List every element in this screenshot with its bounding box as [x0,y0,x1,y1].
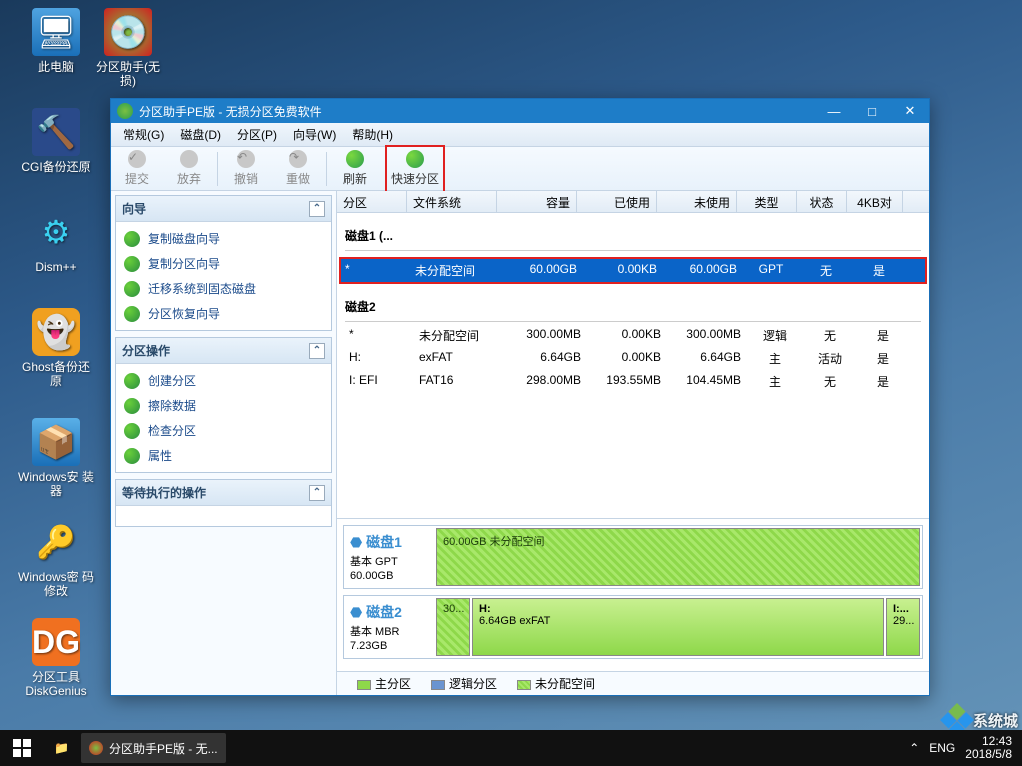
desktop-icon-computer[interactable]: 🖥此电脑 [18,8,94,74]
tool-refresh[interactable]: 刷新 [329,148,381,190]
desktop-icon-winpass[interactable]: 🔑Windows密 码修改 [18,518,94,598]
collapse-icon[interactable]: ⌃ [309,201,325,217]
toolbar: ✓提交 放弃 ↶撤销 ↷重做 刷新 快速分区 [111,147,929,191]
menubar: 常规(G) 磁盘(D) 分区(P) 向导(W) 帮助(H) [111,123,929,147]
collapse-icon[interactable]: ⌃ [309,485,325,501]
col-type[interactable]: 类型 [737,191,797,212]
panel-ops-header[interactable]: 分区操作⌃ [116,338,331,364]
col-partition[interactable]: 分区 [337,191,407,212]
menu-help[interactable]: 帮助(H) [346,124,399,145]
col-unused[interactable]: 未使用 [657,191,737,212]
wizard-copy-partition[interactable]: 复制分区向导 [122,251,325,276]
disk1-highlight: *未分配空间60.00GB0.00KB60.00GBGPT无是 [339,257,927,284]
menu-general[interactable]: 常规(G) [117,124,170,145]
grid-header: 分区 文件系统 容量 已使用 未使用 类型 状态 4KB对齐 [337,191,929,213]
tray-ime[interactable]: ENG [929,742,955,755]
panel-ops: 分区操作⌃ 创建分区 擦除数据 检查分区 属性 [115,337,332,473]
tool-undo[interactable]: ↶撤销 [220,148,272,190]
disk1-row[interactable]: *未分配空间60.00GB0.00KB60.00GBGPT无是 [341,259,925,282]
disk-icon: ⬣ 磁盘2 [350,602,428,622]
menu-disk[interactable]: 磁盘(D) [174,124,227,145]
diskbars: ⬣ 磁盘1 基本 GPT60.00GB 60.00GB 未分配空间 ⬣ 磁盘2 … [337,518,929,671]
wizard-migrate-ssd[interactable]: 迁移系统到固态磁盘 [122,276,325,301]
watermark: 系统城 [945,708,1018,732]
desktop-icon-dism[interactable]: ⚙Dism++ [18,208,94,274]
app-window: 分区助手PE版 - 无损分区免费软件 — □ ✕ 常规(G) 磁盘(D) 分区(… [110,98,930,696]
panel-wizard: 向导⌃ 复制磁盘向导 复制分区向导 迁移系统到固态磁盘 分区恢复向导 [115,195,332,331]
maximize-button[interactable]: □ [853,99,891,123]
disk-icon: ⬣ 磁盘1 [350,532,428,552]
col-used[interactable]: 已使用 [577,191,657,212]
op-create[interactable]: 创建分区 [122,368,325,393]
tray-up-icon[interactable]: ⌃ [909,742,919,755]
panel-wizard-header[interactable]: 向导⌃ [116,196,331,222]
left-column: 向导⌃ 复制磁盘向导 复制分区向导 迁移系统到固态磁盘 分区恢复向导 分区操作⌃… [111,191,337,695]
legend-unalloc: 未分配空间 [517,675,595,692]
titlebar[interactable]: 分区助手PE版 - 无损分区免费软件 — □ ✕ [111,99,929,123]
diskbar-2-seg2[interactable]: H:6.64GB exFAT [472,598,884,656]
col-fs[interactable]: 文件系统 [407,191,497,212]
taskbar-app-icon [89,741,103,755]
diskbar-1[interactable]: ⬣ 磁盘1 基本 GPT60.00GB 60.00GB 未分配空间 [343,525,923,589]
disk2-label[interactable]: 磁盘2 [345,290,921,322]
right-column: 分区 文件系统 容量 已使用 未使用 类型 状态 4KB对齐 磁盘1 (... … [337,191,929,695]
menu-partition[interactable]: 分区(P) [231,124,283,145]
legend-logical: 逻辑分区 [431,675,497,692]
collapse-icon[interactable]: ⌃ [309,343,325,359]
grid-body: 磁盘1 (... *未分配空间60.00GB0.00KB60.00GBGPT无是… [337,213,929,518]
tool-redo[interactable]: ↷重做 [272,148,324,190]
tool-quick-partition[interactable]: 快速分区 [389,148,441,190]
desktop-icon-diskgenius[interactable]: DG分区工具 DiskGenius [18,618,94,698]
diskbar-2[interactable]: ⬣ 磁盘2 基本 MBR7.23GB 30... H:6.64GB exFAT … [343,595,923,659]
diskbar-2-seg3[interactable]: I:...29... [886,598,920,656]
start-button[interactable] [0,730,44,766]
taskbar-explorer[interactable]: 📁 [46,733,77,763]
app-icon [117,103,133,119]
disk1-label[interactable]: 磁盘1 (... [345,219,921,251]
col-align[interactable]: 4KB对齐 [847,191,903,212]
op-properties[interactable]: 属性 [122,443,325,468]
desktop-icon-ghost[interactable]: 👻Ghost备份还 原 [18,308,94,388]
wizard-copy-disk[interactable]: 复制磁盘向导 [122,226,325,251]
table-row[interactable]: I: EFIFAT16298.00MB193.55MB104.45MB主无是 [345,370,921,393]
system-tray[interactable]: ⌃ ENG 12:432018/5/8 [909,735,1022,761]
col-status[interactable]: 状态 [797,191,847,212]
op-wipe[interactable]: 擦除数据 [122,393,325,418]
tray-clock[interactable]: 12:432018/5/8 [965,735,1012,761]
minimize-button[interactable]: — [815,99,853,123]
close-button[interactable]: ✕ [891,99,929,123]
tool-discard[interactable]: 放弃 [163,148,215,190]
desktop-icon-wininstall[interactable]: 📦Windows安 装器 [18,418,94,498]
panel-pending: 等待执行的操作⌃ [115,479,332,527]
desktop-icon-partition[interactable]: 💿分区助手(无 损) [90,8,166,88]
table-row[interactable]: *未分配空间300.00MB0.00KB300.00MB逻辑无是 [345,324,921,347]
menu-wizard[interactable]: 向导(W) [287,124,342,145]
legend-primary: 主分区 [357,675,411,692]
wizard-recover[interactable]: 分区恢复向导 [122,301,325,326]
op-check[interactable]: 检查分区 [122,418,325,443]
taskbar-app[interactable]: 分区助手PE版 - 无... [81,733,226,763]
col-capacity[interactable]: 容量 [497,191,577,212]
taskbar: 📁 分区助手PE版 - 无... ⌃ ENG 12:432018/5/8 [0,730,1022,766]
legend: 主分区 逻辑分区 未分配空间 [337,671,929,695]
tool-quick-highlight: 快速分区 [385,145,445,193]
window-title: 分区助手PE版 - 无损分区免费软件 [139,103,322,120]
tool-commit[interactable]: ✓提交 [111,148,163,190]
diskbar-2-info: ⬣ 磁盘2 基本 MBR7.23GB [344,596,434,658]
diskbar-2-seg1[interactable]: 30... [436,598,470,656]
table-row[interactable]: H:exFAT6.64GB0.00KB6.64GB主活动是 [345,347,921,370]
panel-pending-header[interactable]: 等待执行的操作⌃ [116,480,331,506]
diskbar-1-seg[interactable]: 60.00GB 未分配空间 [436,528,920,586]
diskbar-1-info: ⬣ 磁盘1 基本 GPT60.00GB [344,526,434,588]
desktop-icon-cgi[interactable]: 🔨CGI备份还原 [18,108,94,174]
